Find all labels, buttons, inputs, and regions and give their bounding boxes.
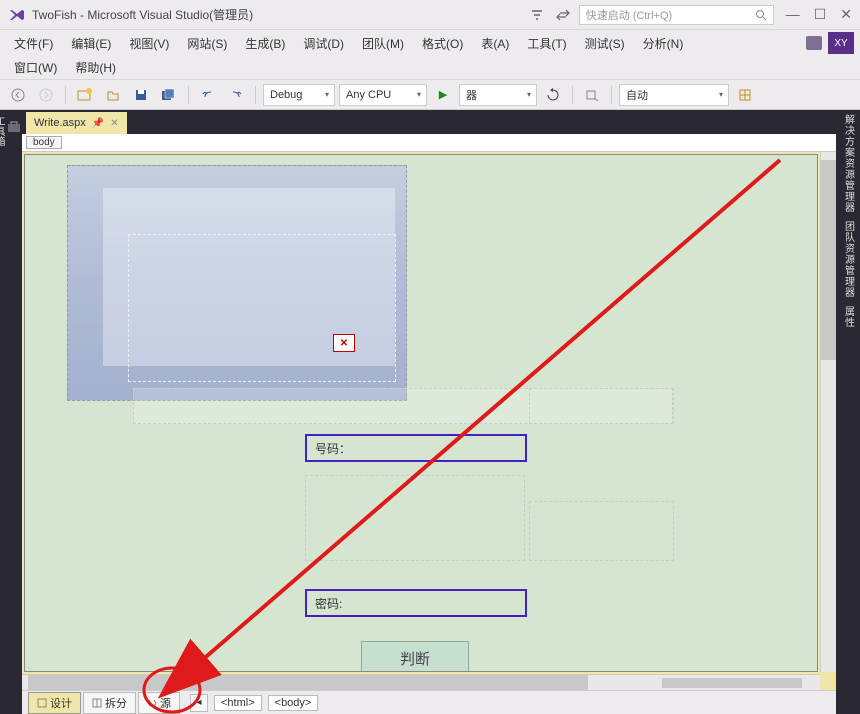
main-area: 工具箱 Write.aspx 📌 ✕ body ✕ bbox=[0, 110, 860, 714]
middle-dashed-box-r[interactable] bbox=[529, 501, 674, 561]
browser-dropdown[interactable]: 器 bbox=[459, 84, 537, 106]
quick-launch-placeholder: 快速启动 (Ctrl+Q) bbox=[586, 7, 672, 23]
number-field[interactable]: 号码： bbox=[305, 434, 527, 462]
maximize-button[interactable]: ☐ bbox=[814, 6, 827, 23]
toolbar: Debug Any CPU ▶ 器 自动 bbox=[0, 80, 860, 110]
split-icon bbox=[92, 698, 102, 708]
menu-website[interactable]: 网站(S) bbox=[179, 32, 235, 55]
path-body[interactable]: <body> bbox=[268, 695, 319, 711]
menu-team[interactable]: 团队(M) bbox=[354, 32, 412, 55]
design-icon bbox=[37, 698, 47, 708]
path-html[interactable]: <html> bbox=[214, 695, 262, 711]
menu-bar-row2: 窗口(W) 帮助(H) bbox=[0, 56, 860, 80]
broken-image-icon[interactable]: ✕ bbox=[333, 334, 355, 352]
view-tabs-bar: 设计 拆分 源 ◂ <html> <body> bbox=[22, 690, 836, 714]
menu-table[interactable]: 表(A) bbox=[473, 32, 517, 55]
undo-button[interactable] bbox=[196, 83, 220, 107]
password-label: 密码: bbox=[315, 595, 342, 612]
menu-debug[interactable]: 调试(D) bbox=[295, 32, 352, 55]
left-rail[interactable]: 工具箱 bbox=[0, 110, 22, 714]
number-label: 号码： bbox=[315, 440, 351, 457]
nav-back-button[interactable] bbox=[6, 83, 30, 107]
title-dropdown-icon[interactable] bbox=[529, 7, 545, 23]
left-rail-label: 工具箱 bbox=[0, 116, 4, 146]
close-button[interactable]: ✕ bbox=[840, 6, 852, 23]
menu-help[interactable]: 帮助(H) bbox=[67, 56, 124, 79]
password-field[interactable]: 密码: bbox=[305, 589, 527, 617]
pin-icon[interactable]: 📌 bbox=[92, 118, 104, 129]
window-title: TwoFish - Microsoft Visual Studio(管理员) bbox=[32, 6, 253, 23]
design-surface-shell: ✕ 号码： 密码: 判断 bbox=[22, 152, 836, 690]
toolbox-icon[interactable] bbox=[6, 120, 22, 134]
blue-panel[interactable]: ✕ bbox=[67, 165, 407, 401]
save-all-button[interactable] bbox=[157, 83, 181, 107]
auto-dropdown[interactable]: 自动 bbox=[619, 84, 729, 106]
canvas-body[interactable]: ✕ 号码： 密码: 判断 bbox=[45, 165, 815, 672]
save-button[interactable] bbox=[129, 83, 153, 107]
menu-test[interactable]: 测试(S) bbox=[577, 32, 633, 55]
menu-view[interactable]: 视图(V) bbox=[121, 32, 177, 55]
menu-bar: 文件(F) 编辑(E) 视图(V) 网站(S) 生成(B) 调试(D) 团队(M… bbox=[0, 30, 860, 56]
platform-dropdown[interactable]: Any CPU bbox=[339, 84, 427, 106]
find-button[interactable] bbox=[580, 83, 604, 107]
menu-analyze[interactable]: 分析(N) bbox=[635, 32, 692, 55]
minimize-button[interactable]: — bbox=[786, 6, 800, 23]
quick-launch-input[interactable]: 快速启动 (Ctrl+Q) bbox=[579, 5, 774, 25]
menu-file[interactable]: 文件(F) bbox=[6, 32, 61, 55]
config-dropdown[interactable]: Debug bbox=[263, 84, 335, 106]
menu-format[interactable]: 格式(O) bbox=[414, 32, 471, 55]
menu-edit[interactable]: 编辑(E) bbox=[63, 32, 119, 55]
view-tab-split[interactable]: 拆分 bbox=[83, 692, 136, 714]
document-area: Write.aspx 📌 ✕ body ✕ 号码： bbox=[22, 110, 836, 714]
layout-button[interactable] bbox=[733, 83, 757, 107]
breadcrumb-bar: body bbox=[22, 134, 836, 152]
right-panel-properties[interactable]: 属性 bbox=[841, 306, 856, 328]
search-icon bbox=[755, 9, 767, 21]
right-panel-team[interactable]: 团队资源管理器 bbox=[841, 221, 856, 298]
close-tab-icon[interactable]: ✕ bbox=[110, 118, 118, 129]
breadcrumb-body[interactable]: body bbox=[26, 136, 62, 149]
open-button[interactable] bbox=[101, 83, 125, 107]
menu-tools[interactable]: 工具(T) bbox=[519, 32, 574, 55]
refresh-button[interactable] bbox=[541, 83, 565, 107]
vscroll-thumb[interactable] bbox=[821, 160, 836, 360]
judge-button[interactable]: 判断 bbox=[361, 641, 469, 672]
account-badge[interactable]: XY bbox=[828, 32, 854, 54]
blue-panel-dashed bbox=[128, 234, 396, 382]
hscroll-thumb[interactable] bbox=[28, 675, 588, 690]
view-tab-source[interactable]: 源 bbox=[138, 692, 180, 714]
middle-dashed-box[interactable] bbox=[305, 475, 525, 561]
new-project-button[interactable] bbox=[73, 83, 97, 107]
right-panel-solution[interactable]: 解决方案资源管理器 bbox=[841, 114, 856, 213]
nav-fwd-button[interactable] bbox=[34, 83, 58, 107]
judge-button-label: 判断 bbox=[400, 648, 430, 669]
section-panel-1r[interactable] bbox=[529, 388, 674, 424]
notification-icon[interactable] bbox=[806, 36, 822, 50]
tab-strip: Write.aspx 📌 ✕ bbox=[22, 110, 836, 134]
document-tab[interactable]: Write.aspx 📌 ✕ bbox=[26, 112, 127, 134]
path-nav-left[interactable]: ◂ bbox=[190, 694, 208, 712]
design-surface[interactable]: ✕ 号码： 密码: 判断 bbox=[24, 154, 818, 672]
hscroll-right-segment bbox=[662, 678, 802, 688]
redo-button[interactable] bbox=[224, 83, 248, 107]
title-sync-icon[interactable] bbox=[555, 7, 571, 23]
vertical-scrollbar[interactable] bbox=[820, 152, 836, 672]
start-button[interactable]: ▶ bbox=[431, 83, 455, 107]
tab-label: Write.aspx bbox=[34, 117, 86, 129]
view-tab-design[interactable]: 设计 bbox=[28, 692, 81, 714]
vs-logo-icon bbox=[8, 6, 26, 24]
menu-build[interactable]: 生成(B) bbox=[237, 32, 293, 55]
menu-window[interactable]: 窗口(W) bbox=[6, 56, 65, 79]
title-bar: TwoFish - Microsoft Visual Studio(管理员) 快… bbox=[0, 0, 860, 30]
right-rail: 解决方案资源管理器 团队资源管理器 属性 bbox=[836, 110, 860, 714]
source-icon bbox=[147, 698, 157, 708]
